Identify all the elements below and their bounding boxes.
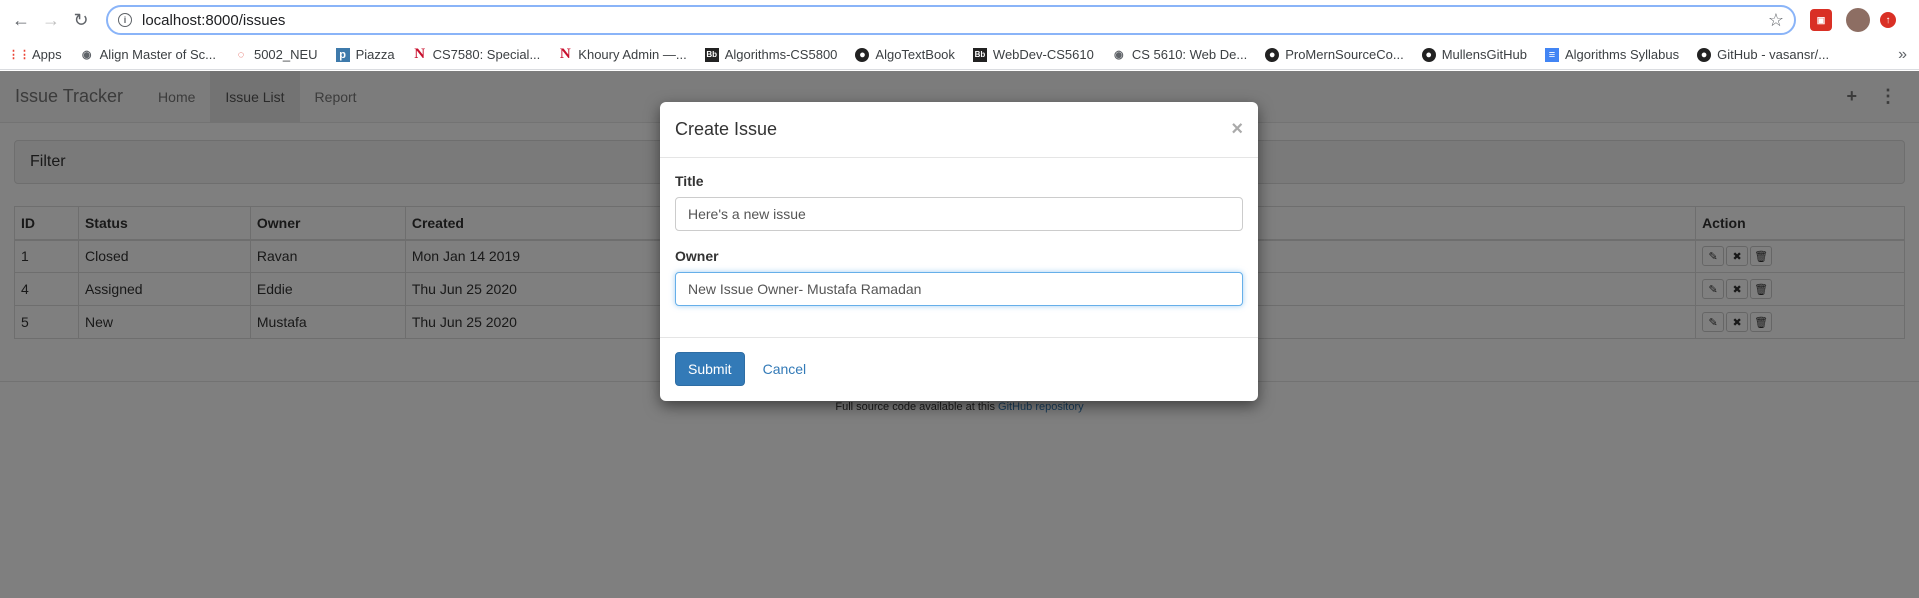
- docs-icon: ≡: [1544, 47, 1559, 62]
- close-icon[interactable]: ×: [1231, 118, 1243, 141]
- bookmark-label: CS7580: Special...: [432, 47, 541, 62]
- globe-icon: ◉: [81, 49, 92, 61]
- github-icon: ●: [855, 47, 870, 62]
- bookmark-apps[interactable]: ⋮⋮ Apps: [8, 47, 62, 62]
- bookmark-label: Align Master of Sc...: [99, 47, 216, 62]
- bookmark-item[interactable]: ● MullensGitHub: [1421, 47, 1527, 62]
- northeastern-icon: N: [414, 46, 426, 62]
- blackboard-icon: Bb: [972, 47, 987, 62]
- bookmark-label: Algorithms Syllabus: [1564, 47, 1680, 62]
- apps-grid-icon: ⋮⋮: [8, 49, 30, 61]
- title-input[interactable]: [675, 197, 1243, 231]
- cancel-button[interactable]: Cancel: [763, 361, 807, 377]
- bookmark-item[interactable]: Bb Algorithms-CS5800: [704, 47, 838, 62]
- github-icon: ●: [1265, 47, 1280, 62]
- reload-icon[interactable]: ↻: [68, 7, 94, 33]
- bookmark-item[interactable]: ◉ Align Master of Sc...: [80, 47, 216, 62]
- bookmark-item[interactable]: ◉ CS 5610: Web De...: [1112, 47, 1247, 62]
- globe-icon: ◉: [1114, 49, 1124, 61]
- forward-arrow-icon[interactable]: →: [38, 7, 64, 33]
- bookmark-label: Apps: [32, 47, 62, 62]
- bookmark-label: Khoury Admin —...: [578, 47, 687, 62]
- browser-toolbar: ← → ↻ i localhost:8000/issues ☆ ▣ ↑: [0, 0, 1919, 40]
- bookmark-label: ProMernSourceCo...: [1285, 47, 1404, 62]
- submit-button[interactable]: Submit: [675, 352, 745, 386]
- bookmark-label: GitHub - vasansr/...: [1717, 47, 1830, 62]
- blackboard-icon: Bb: [704, 47, 719, 62]
- owner-label: Owner: [675, 248, 719, 264]
- bookmark-label: Algorithms-CS5800: [724, 47, 838, 62]
- url-text[interactable]: localhost:8000/issues: [142, 12, 1768, 29]
- bookmark-label: AlgoTextBook: [875, 47, 955, 62]
- dotted-circle-icon: ◌: [237, 48, 245, 61]
- bookmark-label: Piazza: [355, 47, 395, 62]
- bookmark-item[interactable]: Bb WebDev-CS5610: [972, 47, 1094, 62]
- owner-input[interactable]: [675, 272, 1243, 306]
- bookmark-item[interactable]: ◌ 5002_NEU: [234, 47, 318, 62]
- bookmark-item[interactable]: N CS7580: Special...: [413, 46, 541, 62]
- bookmark-label: CS 5610: Web De...: [1131, 47, 1248, 62]
- extension-icon[interactable]: ▣: [1810, 9, 1832, 31]
- bookmark-item[interactable]: ● ProMernSourceCo...: [1265, 47, 1404, 62]
- bookmark-label: 5002_NEU: [253, 47, 318, 62]
- modal-footer: Submit Cancel: [660, 338, 1258, 400]
- bookmark-item[interactable]: ● GitHub - vasansr/...: [1697, 47, 1829, 62]
- bookmark-item[interactable]: N Khoury Admin —...: [558, 46, 687, 62]
- bookmark-label: WebDev-CS5610: [992, 47, 1094, 62]
- modal-title: Create Issue: [675, 119, 778, 139]
- bookmark-label: MullensGitHub: [1441, 47, 1527, 62]
- site-info-icon[interactable]: i: [118, 13, 132, 27]
- bookmark-star-icon[interactable]: ☆: [1768, 10, 1784, 31]
- create-issue-modal: Create Issue × Title Owner Submit Cancel: [660, 102, 1258, 401]
- bookmark-item[interactable]: p Piazza: [335, 47, 395, 62]
- modal-body: Title Owner: [660, 158, 1258, 338]
- bookmarks-bar: ⋮⋮ Apps ◉ Align Master of Sc... ◌ 5002_NEU …: [0, 40, 1919, 70]
- bookmark-item[interactable]: ● AlgoTextBook: [855, 47, 955, 62]
- northeastern-icon: N: [559, 46, 571, 62]
- github-icon: ●: [1421, 47, 1436, 62]
- bookmark-item[interactable]: ≡ Algorithms Syllabus: [1544, 47, 1680, 62]
- modal-header: Create Issue ×: [660, 102, 1258, 158]
- back-arrow-icon[interactable]: ←: [8, 7, 34, 33]
- piazza-icon: p: [335, 47, 350, 62]
- update-icon[interactable]: ↑: [1880, 12, 1896, 28]
- address-bar[interactable]: i localhost:8000/issues ☆: [106, 5, 1796, 35]
- github-icon: ●: [1697, 47, 1712, 62]
- more-bookmarks-icon[interactable]: »: [1898, 46, 1907, 64]
- title-label: Title: [675, 173, 704, 189]
- profile-avatar[interactable]: [1846, 8, 1870, 32]
